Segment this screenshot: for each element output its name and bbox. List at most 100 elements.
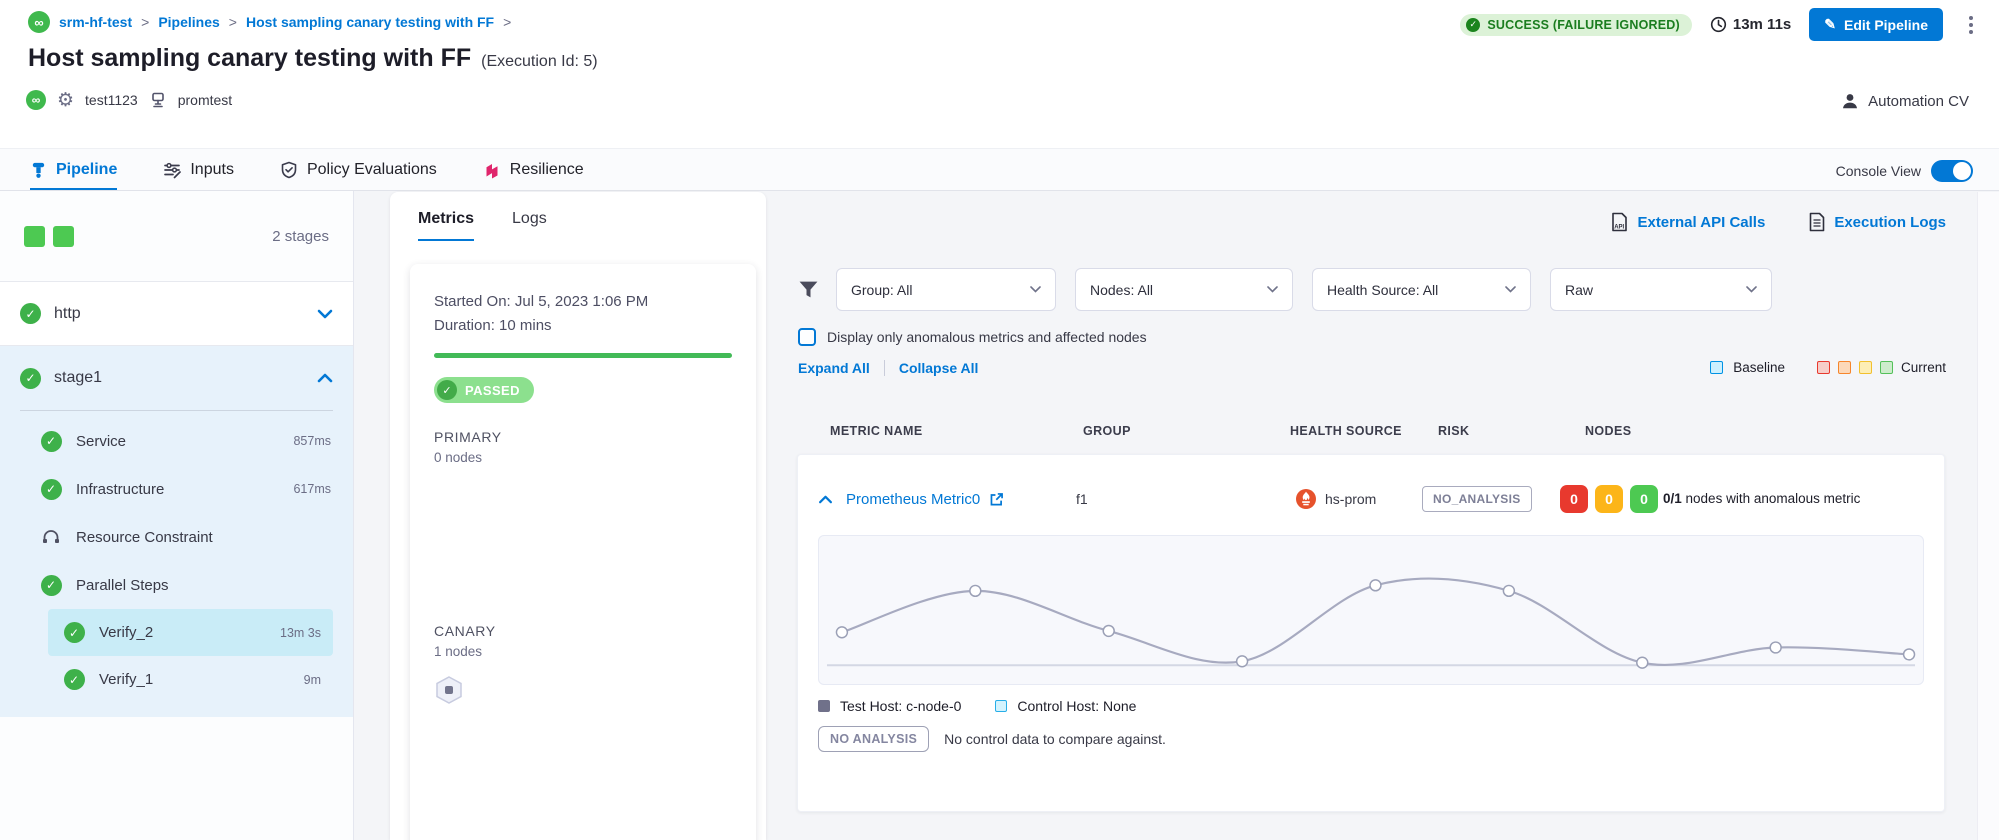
sidebar-step-verify-1[interactable]: ✓ Verify_1 9m: [48, 656, 333, 703]
execution-id: (Execution Id: 5): [481, 53, 598, 71]
external-link-icon[interactable]: [989, 492, 1004, 507]
chevron-down-icon: [1030, 286, 1041, 293]
analysis-row: NO ANALYSIS No control data to compare a…: [818, 726, 1924, 752]
expand-collapse-row: Expand All Collapse All: [798, 360, 978, 376]
execution-logs-link[interactable]: Execution Logs: [1809, 212, 1946, 232]
service-name[interactable]: test1123: [85, 92, 138, 108]
canary-label: CANARY: [434, 623, 732, 639]
node-hexagon-icon: [434, 675, 464, 705]
chevron-up-icon[interactable]: [317, 373, 333, 383]
execution-duration: 13m 11s: [1710, 16, 1791, 33]
col-risk: RISK: [1438, 424, 1469, 438]
sidebar-stage-http[interactable]: ✓ http: [0, 282, 353, 346]
metric-group: f1: [1076, 491, 1088, 507]
tab-resilience-label: Resilience: [510, 161, 584, 179]
divider: [884, 360, 885, 376]
divider: [20, 410, 333, 411]
passed-badge: ✓ PASSED: [434, 377, 534, 403]
control-host-legend: Control Host: None: [995, 698, 1136, 714]
current-legend-label: Current: [1901, 360, 1946, 375]
breadcrumb-pipeline-name[interactable]: Host sampling canary testing with FF: [246, 14, 494, 30]
filter-icon[interactable]: [798, 279, 819, 300]
sidebar-step-infrastructure[interactable]: ✓ Infrastructure 617ms: [0, 465, 353, 513]
details-tabs: Metrics Logs: [390, 192, 766, 241]
chevron-down-icon: [1505, 286, 1516, 293]
breadcrumb-separator: >: [503, 14, 511, 30]
success-check-icon: ✓: [64, 622, 85, 643]
tab-metrics[interactable]: Metrics: [418, 210, 474, 241]
tab-logs[interactable]: Logs: [512, 210, 547, 241]
environment-name[interactable]: promtest: [178, 92, 232, 108]
console-view-label: Console View: [1836, 163, 1921, 179]
metric-name-link[interactable]: Prometheus Metric0: [846, 491, 980, 508]
no-analysis-note: No control data to compare against.: [944, 731, 1166, 747]
main-tabbar: Pipeline Inputs Policy Evaluations Resil…: [0, 148, 1999, 191]
stage-label: stage1: [54, 369, 102, 387]
chevron-down-icon[interactable]: [317, 309, 333, 319]
anomalous-checkbox[interactable]: [798, 328, 816, 346]
collapse-metric-icon[interactable]: [818, 495, 833, 504]
step-details-panel: Metrics Logs Started On: Jul 5, 2023 1:0…: [390, 192, 766, 840]
risk-badge: NO_ANALYSIS: [1422, 486, 1532, 512]
console-view-toggle[interactable]: [1931, 160, 1973, 182]
more-options-icon[interactable]: [1961, 10, 1981, 40]
breadcrumb-project[interactable]: srm-hf-test: [59, 14, 132, 30]
stage1-section: ✓ stage1 ✓ Service 857ms ✓ Infrastructur…: [0, 346, 353, 717]
stage-summary: 2 stages: [0, 191, 353, 282]
chart-legend: Baseline Current: [1710, 360, 1946, 375]
metric-risk: NO_ANALYSIS: [1422, 486, 1532, 512]
nodes-filter-dropdown[interactable]: Nodes: All: [1075, 268, 1293, 311]
meta-row: ∞ ⚙ test1123 promtest: [26, 90, 232, 110]
verification-content: API External API Calls Execution Logs Gr…: [790, 192, 1960, 840]
group-filter-dropdown[interactable]: Group: All: [836, 268, 1056, 311]
yellow-node-count: 0: [1595, 485, 1623, 513]
sidebar-step-service[interactable]: ✓ Service 857ms: [0, 417, 353, 465]
expand-all-link[interactable]: Expand All: [798, 360, 870, 376]
data-mode-dropdown[interactable]: Raw: [1550, 268, 1772, 311]
primary-label: PRIMARY: [434, 429, 732, 445]
sidebar-stage-stage1[interactable]: ✓ stage1: [0, 346, 353, 410]
status-badge: ✓ SUCCESS (FAILURE IGNORED): [1460, 14, 1692, 36]
sidebar-step-resource-constraint[interactable]: Resource Constraint: [0, 513, 353, 561]
canary-node-hexagon[interactable]: [434, 675, 732, 710]
anomalous-filter-row: Display only anomalous metrics and affec…: [798, 328, 1147, 346]
tab-inputs-label: Inputs: [190, 161, 234, 179]
tab-resilience[interactable]: Resilience: [483, 149, 584, 190]
gear-icon: ⚙: [57, 91, 74, 110]
metric-chart[interactable]: [818, 535, 1924, 685]
sidebar-step-parallel-steps[interactable]: ✓ Parallel Steps: [0, 561, 353, 609]
step-duration: 13m 3s: [280, 626, 321, 640]
metric-row: Prometheus Metric0 f1 hs-prom NO_ANALYSI…: [818, 469, 1924, 529]
stage-square-icon: [53, 226, 74, 247]
external-api-calls-link[interactable]: API External API Calls: [1611, 212, 1765, 232]
api-doc-icon: API: [1611, 212, 1628, 232]
edit-pipeline-label: Edit Pipeline: [1844, 17, 1928, 33]
breadcrumb-pipelines[interactable]: Pipelines: [158, 14, 219, 30]
collapse-all-link[interactable]: Collapse All: [899, 360, 979, 376]
tab-pipeline[interactable]: Pipeline: [30, 149, 117, 190]
green-node-count: 0: [1630, 485, 1658, 513]
passed-label: PASSED: [465, 383, 520, 398]
resilience-icon: [483, 161, 501, 179]
primary-nodes: 0 nodes: [434, 450, 732, 465]
tab-pipeline-label: Pipeline: [56, 161, 117, 179]
sidebar-step-verify-2[interactable]: ✓ Verify_2 13m 3s: [48, 609, 333, 656]
success-check-icon: ✓: [20, 368, 41, 389]
header-actions: ✓ SUCCESS (FAILURE IGNORED) 13m 11s ✎ Ed…: [1460, 8, 1981, 41]
tab-inputs[interactable]: Inputs: [163, 149, 234, 190]
test-host-label: Test Host: c-node-0: [840, 698, 961, 714]
verification-summary-card: Started On: Jul 5, 2023 1:06 PM Duration…: [410, 264, 756, 840]
health-source-filter-dropdown[interactable]: Health Source: All: [1312, 268, 1531, 311]
tab-policy-evaluations-label: Policy Evaluations: [307, 161, 437, 179]
current-red-swatch: [1817, 361, 1830, 374]
user-icon: [1841, 92, 1859, 110]
edit-pipeline-button[interactable]: ✎ Edit Pipeline: [1809, 8, 1943, 41]
success-check-icon: ✓: [41, 431, 62, 452]
resource-constraint-icon: [41, 528, 61, 546]
policy-shield-icon: [280, 161, 298, 179]
scrollbar-track[interactable]: [1977, 192, 1999, 840]
tab-policy-evaluations[interactable]: Policy Evaluations: [280, 149, 437, 190]
title-row: Host sampling canary testing with FF (Ex…: [28, 44, 598, 73]
prometheus-icon: [1296, 489, 1316, 509]
triggered-by: Automation CV: [1841, 92, 1969, 110]
